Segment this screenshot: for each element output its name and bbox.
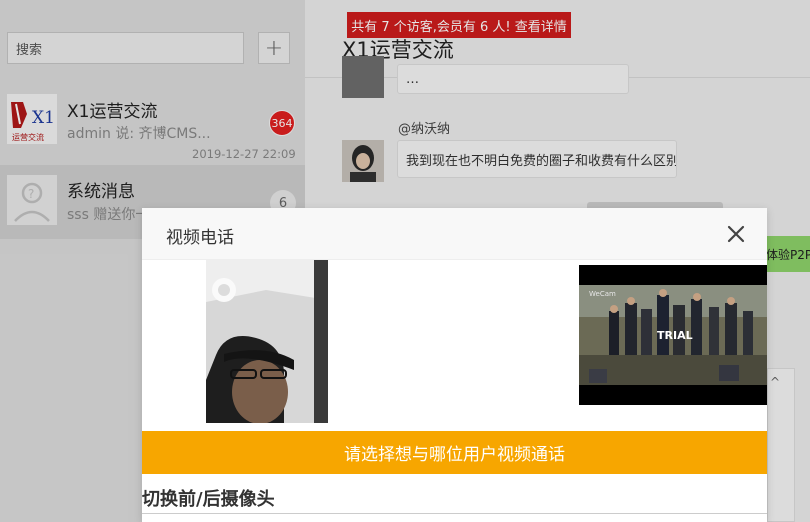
- remote-video-logo: WeCam: [589, 290, 616, 298]
- select-user-button[interactable]: 请选择想与哪位用户视频通话: [142, 431, 767, 474]
- switch-camera-button[interactable]: 切换前/后摄像头: [142, 485, 275, 511]
- close-icon[interactable]: [724, 222, 748, 246]
- device-info: …: [142, 513, 767, 522]
- local-video: [206, 260, 328, 423]
- remote-video-trial-text: TRIAL: [657, 329, 693, 342]
- video-call-modal: 视频电话 WeCam TRIAL 请选择想与哪位用户视频通话 切换前/后摄像头: [142, 208, 767, 522]
- modal-title: 视频电话: [166, 228, 234, 248]
- modal-header: 视频电话: [142, 208, 767, 260]
- remote-video: WeCam TRIAL: [579, 265, 767, 405]
